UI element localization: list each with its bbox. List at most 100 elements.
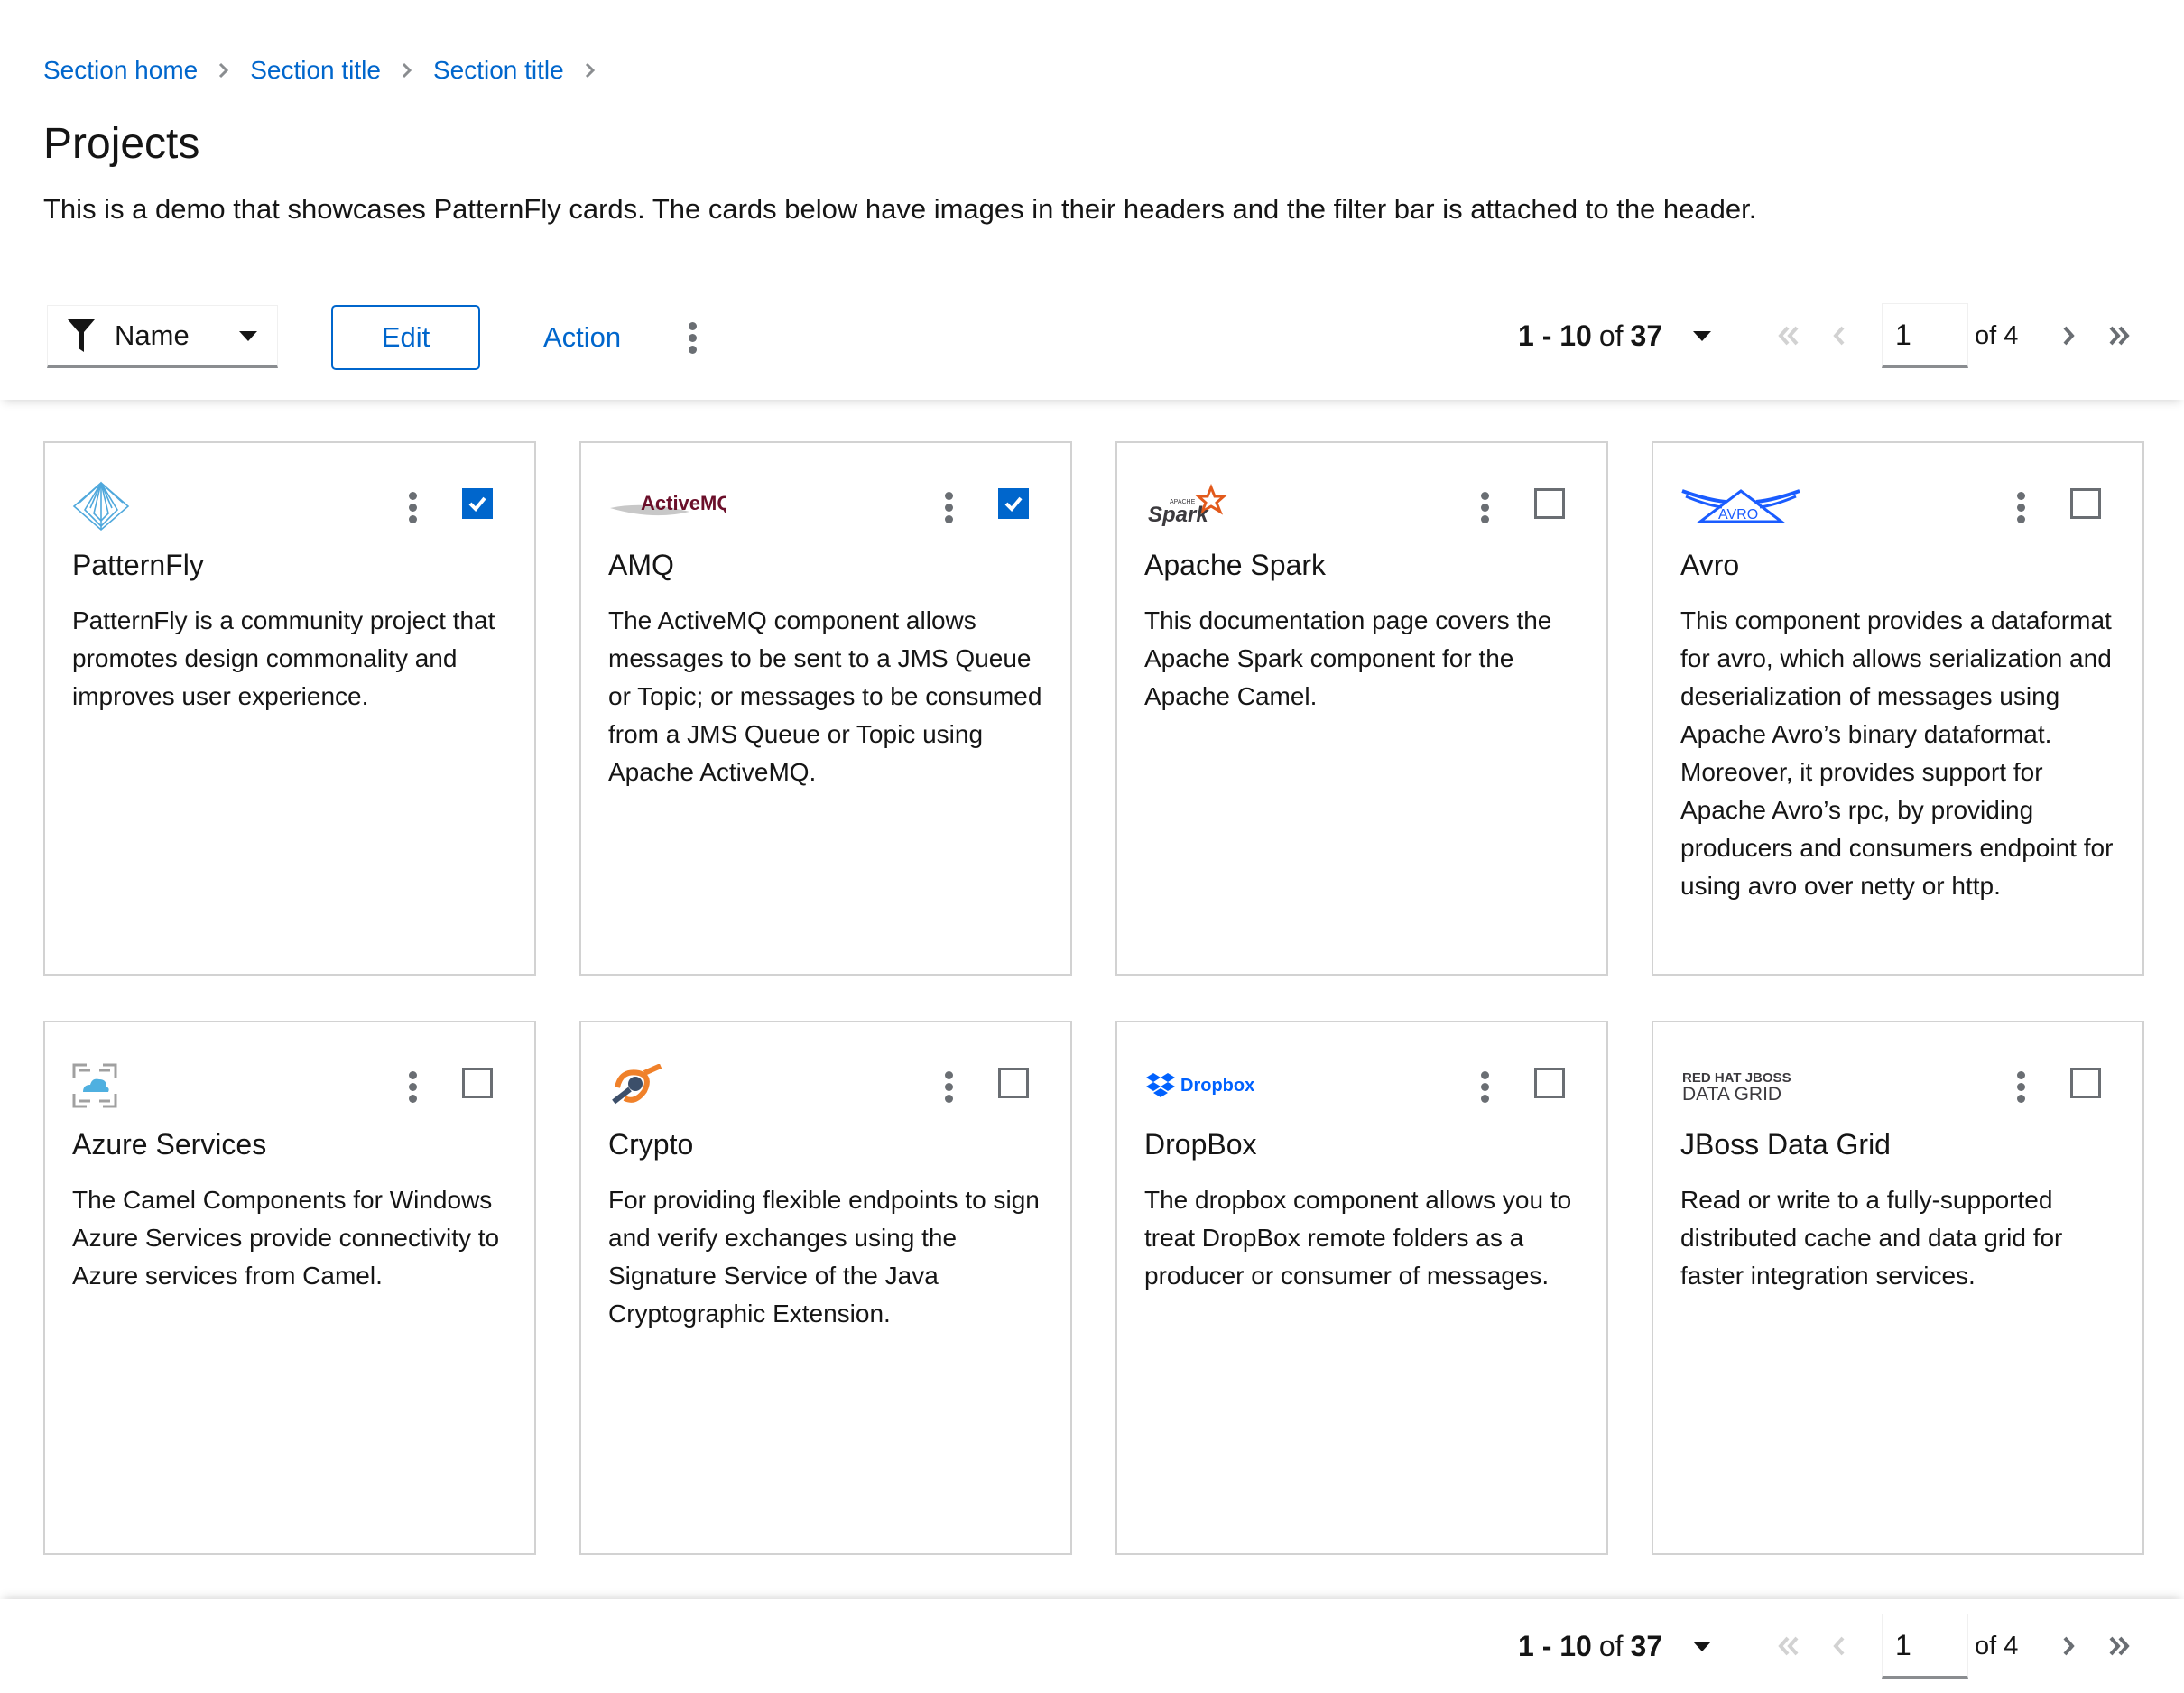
card-title: DropBox	[1144, 1128, 1257, 1161]
card-checkbox[interactable]	[1534, 1068, 1565, 1098]
card-title: JBoss Data Grid	[1680, 1128, 1891, 1161]
first-page-button[interactable]	[1769, 1626, 1809, 1666]
kebab-dot	[408, 1070, 417, 1079]
last-page-button[interactable]	[2099, 1626, 2139, 1666]
svg-text:Dropbox: Dropbox	[1180, 1076, 1254, 1096]
card-apache-spark[interactable]: APACHE Spark Apache Spark This documenta…	[1115, 441, 1608, 976]
card-checkbox[interactable]	[2070, 488, 2101, 519]
double-chevron-right-icon	[2109, 1636, 2130, 1656]
avro-logo: AVRO	[1680, 476, 1879, 537]
pagination-range: 1 - 10	[1518, 319, 1592, 352]
kebab-menu-icon[interactable]	[938, 1064, 959, 1109]
card-amq[interactable]: ActiveMQ AMQ The ActiveMQ component allo…	[579, 441, 1072, 976]
card-checkbox[interactable]	[462, 1068, 493, 1098]
kebab-menu-icon[interactable]	[1474, 485, 1495, 530]
kebab-menu-icon[interactable]	[1474, 1064, 1495, 1109]
card-title: PatternFly	[72, 549, 204, 581]
page-description: This is a demo that showcases PatternFly…	[43, 193, 1757, 225]
kebab-dot	[944, 1094, 953, 1103]
card-checkbox[interactable]	[998, 488, 1029, 519]
toolbar-kebab-menu[interactable]	[679, 305, 706, 370]
kebab-dot	[2016, 1082, 2025, 1091]
kebab-dot	[2016, 1094, 2025, 1103]
card-dropbox[interactable]: Dropbox DropBox The dropbox component al…	[1115, 1021, 1608, 1555]
svg-text:ActiveMQ: ActiveMQ	[641, 492, 726, 514]
pagination-bottom: 1 - 10 of 37 of 4	[1480, 1614, 2184, 1682]
page-number-input[interactable]	[1882, 303, 1968, 368]
page-number-input[interactable]	[1882, 1614, 1968, 1679]
card-body: The dropbox component allows you to trea…	[1144, 1186, 1572, 1290]
card-title: Avro	[1680, 549, 1740, 581]
chevron-right-icon	[217, 61, 230, 79]
previous-page-button[interactable]	[1819, 316, 1859, 356]
breadcrumb: Section home Section title Section title	[43, 56, 616, 85]
card-azure-services[interactable]: Azure Services The Camel Components for …	[43, 1021, 536, 1555]
page-footer: 1 - 10 of 37 of 4	[0, 1599, 2184, 1693]
card-checkbox[interactable]	[462, 488, 493, 519]
kebab-menu-icon[interactable]	[2010, 485, 2031, 530]
per-page-toggle[interactable]: 1 - 10 of 37	[1518, 319, 1712, 353]
filter-dropdown[interactable]: Name	[47, 305, 278, 368]
card-checkbox[interactable]	[998, 1068, 1029, 1098]
card-title: Azure Services	[72, 1128, 267, 1161]
edit-button[interactable]: Edit	[331, 305, 480, 370]
kebab-dot	[688, 333, 697, 342]
double-chevron-left-icon	[1778, 326, 1799, 346]
pagination-total: 37	[1630, 1630, 1663, 1662]
kebab-dot	[408, 503, 417, 512]
kebab-dot	[2016, 503, 2025, 512]
kebab-dot	[1480, 514, 1489, 523]
kebab-menu-icon[interactable]	[938, 485, 959, 530]
kebab-dot	[1480, 1070, 1489, 1079]
caret-down-icon	[239, 330, 257, 341]
kebab-dot	[944, 491, 953, 500]
card-jboss-data-grid[interactable]: RED HAT JBOSS DATA GRID JBoss Data Grid …	[1652, 1021, 2144, 1555]
last-page-button[interactable]	[2099, 316, 2139, 356]
kebab-dot	[408, 1082, 417, 1091]
previous-page-button[interactable]	[1819, 1626, 1859, 1666]
first-page-button[interactable]	[1769, 316, 1809, 356]
spark-logo: APACHE Spark	[1144, 476, 1343, 537]
card-crypto[interactable]: Crypto For providing flexible endpoints …	[579, 1021, 1072, 1555]
action-button[interactable]: Action	[525, 305, 639, 370]
chevron-left-icon	[1833, 1636, 1845, 1656]
card-body: The Camel Components for Windows Azure S…	[72, 1186, 500, 1290]
card-body: This documentation page covers the Apach…	[1144, 606, 1552, 710]
card-body: This component provides a dataformat for…	[1680, 606, 2114, 900]
kebab-menu-icon[interactable]	[2010, 1064, 2031, 1109]
kebab-dot	[1480, 1094, 1489, 1103]
kebab-menu-icon[interactable]	[402, 1064, 423, 1109]
kebab-menu-icon[interactable]	[402, 485, 423, 530]
card-avro[interactable]: AVRO Avro This component provides a data…	[1652, 441, 2144, 976]
kebab-dot	[944, 1070, 953, 1079]
checkmark-icon	[1004, 496, 1023, 512]
pagination-range: 1 - 10	[1518, 1630, 1592, 1662]
chevron-left-icon	[1833, 326, 1845, 346]
next-page-button[interactable]	[2049, 1626, 2088, 1666]
breadcrumb-item-section-home[interactable]: Section home	[43, 56, 198, 85]
crypto-logo	[608, 1055, 807, 1116]
kebab-dot	[408, 1094, 417, 1103]
next-page-button[interactable]	[2049, 316, 2088, 356]
pagination-of: of	[1598, 1630, 1624, 1662]
card-checkbox[interactable]	[1534, 488, 1565, 519]
kebab-dot	[688, 321, 697, 330]
card-title: AMQ	[608, 549, 674, 581]
card-title: Apache Spark	[1144, 549, 1327, 581]
kebab-dot	[2016, 514, 2025, 523]
kebab-dot	[944, 514, 953, 523]
breadcrumb-item-section-title[interactable]: Section title	[250, 56, 381, 85]
card-patternfly[interactable]: PatternFly PatternFly is a community pro…	[43, 441, 536, 976]
card-checkbox[interactable]	[2070, 1068, 2101, 1098]
patternfly-logo	[72, 476, 271, 537]
svg-text:DATA GRID: DATA GRID	[1682, 1084, 1781, 1105]
kebab-dot	[2016, 1070, 2025, 1079]
per-page-toggle[interactable]: 1 - 10 of 37	[1518, 1630, 1712, 1663]
card-body: The ActiveMQ component allows messages t…	[608, 606, 1042, 786]
filter-label: Name	[115, 319, 190, 351]
card-title: Crypto	[608, 1128, 694, 1161]
double-chevron-right-icon	[2109, 326, 2130, 346]
kebab-dot	[1480, 1082, 1489, 1091]
filter-icon	[68, 319, 95, 352]
breadcrumb-item-section-title-2[interactable]: Section title	[433, 56, 564, 85]
